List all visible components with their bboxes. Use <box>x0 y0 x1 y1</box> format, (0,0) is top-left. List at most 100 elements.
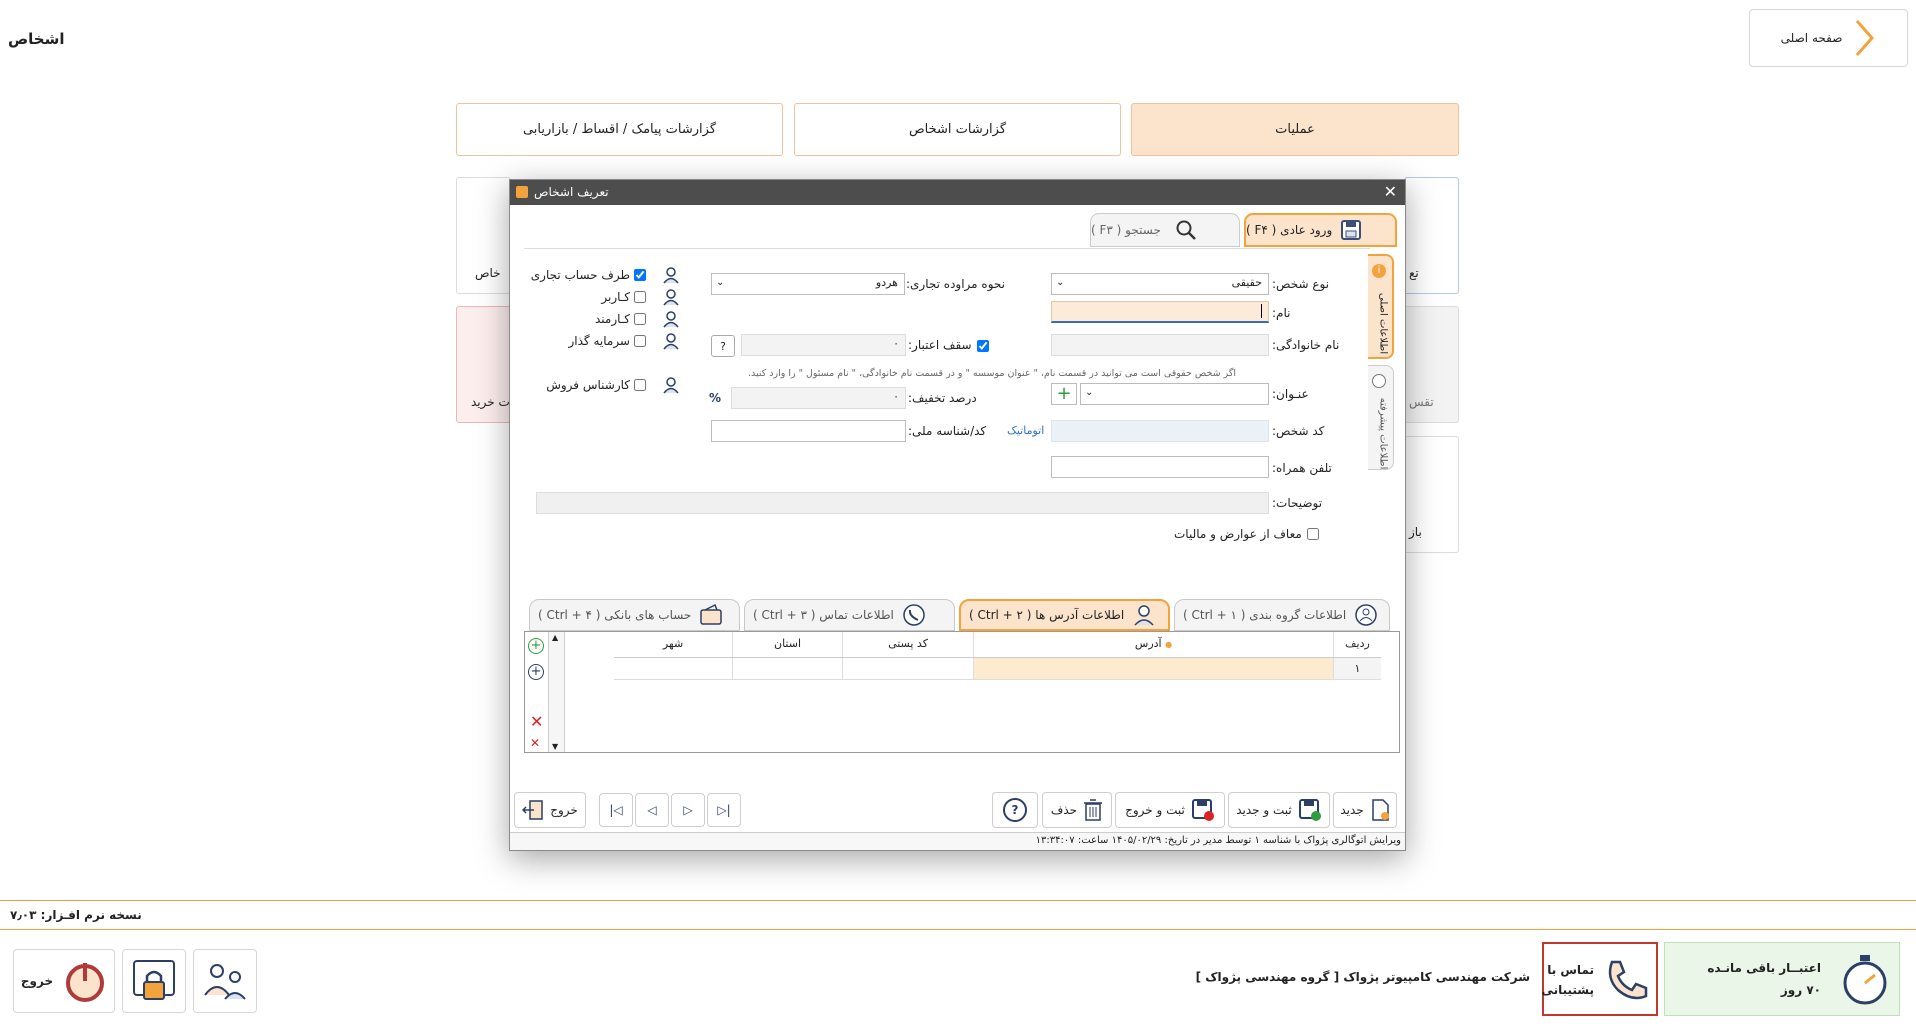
previous-icon: ◁ <box>647 803 657 817</box>
group-icon <box>1355 604 1377 626</box>
role-item[interactable]: کـاربر <box>530 287 680 307</box>
role-checkbox[interactable] <box>634 313 646 325</box>
bg-tile-left-2[interactable]: ت خرید <box>456 306 511 423</box>
credit-limit-checkbox[interactable] <box>977 340 989 352</box>
col-header-address[interactable]: ● آدرس <box>973 632 1333 657</box>
save-exit-icon <box>1191 799 1214 821</box>
table-row[interactable]: ۱ <box>614 658 1381 680</box>
tab-person-reports[interactable]: گزارشات اشخاص <box>794 103 1121 156</box>
tab-address-info[interactable]: اطلاعات آدرس ها ( Ctrl + ۲ ) <box>959 599 1170 631</box>
user-icon <box>663 333 679 350</box>
tab-grouping-info[interactable]: اطلاعات گروه بندی ( Ctrl + ۱ ) <box>1174 599 1390 631</box>
delete-button[interactable]: حذف <box>1042 792 1112 828</box>
bg-tile-left-1[interactable]: خاص <box>456 177 511 294</box>
users-switch-button[interactable] <box>193 949 257 1013</box>
auto-code-link[interactable]: اتوماتیک <box>1007 424 1044 437</box>
trash-icon <box>1084 799 1103 821</box>
tab-sms-reports[interactable]: گزارشات پیامک / اقساط / بازاریابی <box>456 103 783 156</box>
cell-city[interactable] <box>614 658 732 679</box>
person-type-select[interactable]: حقیقی ⌄ <box>1051 273 1269 295</box>
help-button[interactable]: ? <box>992 792 1038 828</box>
add-title-button[interactable]: + <box>1051 383 1077 405</box>
role-checkbox[interactable] <box>634 291 646 303</box>
tab-contact-info[interactable]: اطلاعات تماس ( Ctrl + ۳ ) <box>744 599 955 631</box>
lock-button[interactable] <box>122 949 186 1013</box>
last-record-button[interactable]: ▷| <box>707 793 741 827</box>
company-name: شرکت مهندسی کامپیوتر پژواک [ گروه مهندسی… <box>1195 970 1530 984</box>
status-bar: ویرایش اتوگالری پژواک با شناسه ۱ توسط مد… <box>510 832 1405 850</box>
home-button[interactable]: صفحه اصلی <box>1749 9 1908 67</box>
close-icon[interactable]: ✕ <box>1384 182 1397 201</box>
scroll-down-icon[interactable]: ▼ <box>552 742 558 751</box>
percent-icon: % <box>709 391 722 405</box>
tab-normal-entry[interactable]: ورود عادی ( F۴ ) <box>1244 213 1397 247</box>
tab-operations[interactable]: عملیات <box>1131 103 1459 156</box>
bg-tile-right-2[interactable]: تقس <box>1404 306 1459 423</box>
col-header-city[interactable]: شهر <box>614 632 732 657</box>
role-item[interactable]: طرف حساب تجاری <box>530 265 680 285</box>
family-label: نام خانوادگی: <box>1272 338 1340 352</box>
side-tab-advanced-info[interactable]: اطلاعات پیشرفته <box>1368 365 1394 470</box>
role-item[interactable]: کـارمند <box>530 309 680 329</box>
scroll-up-icon[interactable]: ▲ <box>552 633 558 642</box>
tab-search[interactable]: جستجو ( F۳ ) <box>1090 213 1240 247</box>
exit-dialog-button[interactable]: خروج <box>514 792 586 828</box>
trade-type-select[interactable]: هردو ⌄ <box>711 273 905 295</box>
first-record-button[interactable]: |◁ <box>599 793 633 827</box>
bg-tile-right-1[interactable]: تع <box>1404 177 1459 294</box>
credit-title: اعتبــار باقی مانـده <box>1707 961 1821 975</box>
chevron-down-icon: ⌄ <box>1056 277 1065 288</box>
person-code-label: کد شخص: <box>1272 424 1325 438</box>
national-id-input[interactable] <box>711 420 906 442</box>
cell-postal[interactable] <box>842 658 973 679</box>
first-icon: |◁ <box>609 803 623 817</box>
person-dialog: تعریف اشخاص ✕ ورود عادی ( F۴ ) جستجو ( F… <box>509 179 1406 851</box>
next-record-button[interactable]: ▷ <box>671 793 705 827</box>
col-header-postal[interactable]: کد پستی <box>842 632 973 657</box>
exit-label: خروج <box>20 974 54 988</box>
delete-row-icon[interactable]: ✕ <box>530 712 543 731</box>
person-code-input[interactable] <box>1051 420 1269 442</box>
cell-row-number[interactable]: ۱ <box>1333 658 1381 679</box>
name-label: نام: <box>1272 306 1291 320</box>
col-header-province[interactable]: استان <box>732 632 842 657</box>
support-button[interactable]: تماس با پشتیبانی <box>1541 942 1658 1016</box>
clear-rows-icon[interactable]: ✕ <box>530 736 540 750</box>
dialog-title-bar: تعریف اشخاص ✕ <box>510 180 1405 205</box>
credit-limit-input[interactable]: ۰ <box>741 334 906 356</box>
new-button[interactable]: جدید <box>1333 792 1397 828</box>
bg-tile-right-3[interactable]: باز <box>1404 436 1459 553</box>
home-button-label: صفحه اصلی <box>1780 31 1843 45</box>
add-row-icon[interactable]: + <box>528 638 544 654</box>
col-header-row[interactable]: ردیف <box>1333 632 1381 657</box>
credit-remaining-card[interactable]: اعتبــار باقی مانـده ۷۰ روز <box>1664 942 1900 1016</box>
cell-province[interactable] <box>732 658 842 679</box>
role-item[interactable]: سرمایه گذار <box>530 331 680 351</box>
grid-scrollbar[interactable]: ▲ ▼ <box>549 632 565 752</box>
previous-record-button[interactable]: ◁ <box>635 793 669 827</box>
role-checkbox[interactable] <box>634 379 646 391</box>
tax-exempt-checkbox[interactable] <box>1307 528 1319 540</box>
family-input[interactable] <box>1051 334 1269 356</box>
save-and-new-button[interactable]: ثبت و جدید <box>1228 792 1330 828</box>
discount-input[interactable]: ۰ <box>731 387 906 409</box>
legal-entity-hint: اگر شخص حقوقی است می توانید در قسمت نام،… <box>748 368 1237 379</box>
help-icon-button[interactable]: ? <box>711 335 735 357</box>
save-and-exit-button[interactable]: ثبت و خروج <box>1115 792 1225 828</box>
side-tab-main-info[interactable]: i اطلاعات اصلی <box>1368 254 1394 359</box>
title-select[interactable]: ⌄ <box>1080 383 1269 405</box>
mobile-input[interactable] <box>1051 456 1269 478</box>
stopwatch-icon <box>1843 955 1887 1005</box>
description-input[interactable] <box>536 492 1269 514</box>
tab-bank-accounts[interactable]: حساب های بانکی ( Ctrl + ۴ ) <box>529 599 740 631</box>
exit-button[interactable]: خروج <box>13 949 115 1013</box>
user-icon <box>663 377 679 394</box>
credit-limit-label: سقف اعتبار: <box>908 338 972 352</box>
name-input[interactable] <box>1051 301 1269 323</box>
support-label: تماس با پشتیبانی <box>1541 963 1594 997</box>
role-checkbox[interactable] <box>634 269 646 281</box>
role-checkbox[interactable] <box>634 335 646 347</box>
role-item[interactable]: کارشناس فروش <box>530 375 680 395</box>
insert-row-icon[interactable]: + <box>528 664 544 680</box>
cell-address[interactable] <box>973 658 1333 679</box>
